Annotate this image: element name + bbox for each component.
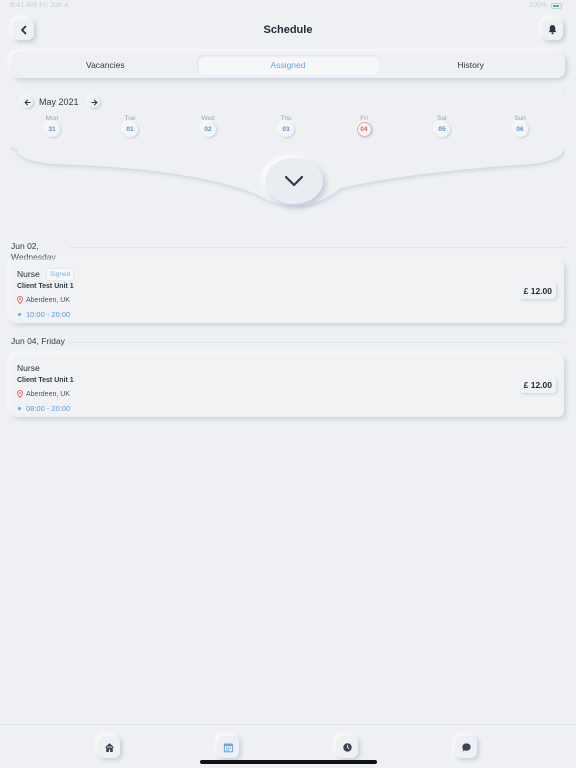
location-pin-icon: [17, 296, 23, 304]
time-row: 10:00 - 20:00: [17, 310, 70, 319]
day-tue[interactable]: Tue 01: [115, 115, 145, 137]
time-row: 08:00 - 20:00: [17, 404, 70, 413]
notifications-button[interactable]: [542, 19, 563, 40]
shift-price: £ 12.00: [519, 283, 556, 299]
client-name: Client Test Unit 1: [17, 377, 74, 384]
day-fri-today[interactable]: Fri 04: [349, 115, 379, 137]
status-badge: Signed: [47, 269, 74, 280]
day-wed[interactable]: Wed 02: [193, 115, 223, 137]
calendar-icon: [223, 743, 233, 752]
page-title: Schedule: [263, 24, 313, 36]
shift-role: Nurse: [17, 363, 40, 373]
tab-vacancies[interactable]: Vacancies: [14, 55, 197, 75]
time-dot-icon: [18, 313, 21, 316]
day-number: 31: [44, 122, 60, 137]
location-text: Aberdeen, UK: [26, 390, 70, 398]
divider: [69, 342, 565, 343]
day-number: 05: [434, 122, 450, 137]
day-strip: Mon 31 Tue 01 Wed 02 Thu 03 Fri 04 Sat 0…: [37, 115, 557, 141]
previous-month-button[interactable]: [21, 96, 33, 108]
shift-time: 08:00 - 20:00: [26, 404, 71, 413]
client-name: Client Test Unit 1: [17, 283, 74, 290]
location-text: Aberdeen, UK: [26, 296, 70, 304]
tab-bar: Vacancies Assigned History: [11, 52, 565, 78]
nav-schedule-button[interactable]: [217, 736, 239, 758]
bell-icon: [548, 25, 557, 35]
location-row: Aberdeen, UK: [17, 296, 70, 304]
day-sun[interactable]: Sun 06: [505, 115, 535, 137]
month-selector: May 2021: [21, 96, 79, 108]
location-pin-icon: [17, 390, 23, 398]
day-mon[interactable]: Mon 31: [37, 115, 67, 137]
battery-icon: [551, 2, 562, 9]
chat-icon: [461, 742, 471, 752]
nav-home-button[interactable]: [98, 736, 120, 758]
week-calendar: May 2021 Mon 31 Tue 01 Wed 02 Thu 03 Fri…: [11, 88, 565, 222]
home-icon: [104, 742, 114, 752]
schedule-screen: 9:41 AM Fri Jun 4 100% Schedule Vacancie…: [0, 0, 576, 768]
shift-role: Nurse: [17, 269, 40, 279]
day-number: 06: [512, 122, 528, 137]
header: Schedule: [0, 16, 576, 46]
shift-card[interactable]: Nurse Signed Client Test Unit 1 Aberdeen…: [11, 261, 564, 323]
shift-group: Jun 04, Friday Nurse Client Test Unit 1 …: [11, 336, 565, 417]
chevron-down-icon: [284, 175, 304, 187]
tab-history[interactable]: History: [379, 55, 562, 75]
day-number: 01: [122, 122, 138, 137]
shift-time: 10:00 - 20:00: [26, 310, 71, 319]
day-number: 02: [200, 122, 216, 137]
day-name: Fri: [360, 115, 368, 122]
tab-assigned[interactable]: Assigned: [196, 55, 380, 75]
clock-icon: [342, 742, 352, 752]
day-sat[interactable]: Sat 05: [427, 115, 457, 137]
shift-price: £ 12.00: [519, 377, 556, 393]
shift-card[interactable]: Nurse Client Test Unit 1 Aberdeen, UK 08…: [11, 355, 564, 417]
status-bar: 9:41 AM Fri Jun 4 100%: [0, 0, 576, 14]
next-month-button[interactable]: [88, 96, 100, 108]
time-dot-icon: [18, 407, 21, 410]
group-date: Jun 02, Wednesday: [11, 241, 56, 262]
arrow-right-icon: [90, 99, 98, 105]
nav-chat-button[interactable]: [455, 736, 477, 758]
location-row: Aberdeen, UK: [17, 390, 70, 398]
battery-percent: 100%: [529, 2, 547, 9]
month-label: May 2021: [39, 97, 79, 107]
day-number: 03: [278, 122, 294, 137]
arrow-left-icon: [23, 99, 31, 105]
group-date: Jun 04, Friday: [11, 336, 65, 346]
status-right: 100%: [529, 2, 562, 9]
divider: [69, 247, 565, 248]
shift-group: Jun 02, Wednesday Nurse Signed Client Te…: [11, 241, 565, 323]
day-thu[interactable]: Thu 03: [271, 115, 301, 137]
nav-history-button[interactable]: [336, 736, 358, 758]
day-number: 04: [356, 122, 372, 137]
status-time: 9:41 AM Fri Jun 4: [10, 2, 69, 9]
expand-calendar-button[interactable]: [265, 158, 323, 204]
home-indicator: [200, 760, 377, 764]
